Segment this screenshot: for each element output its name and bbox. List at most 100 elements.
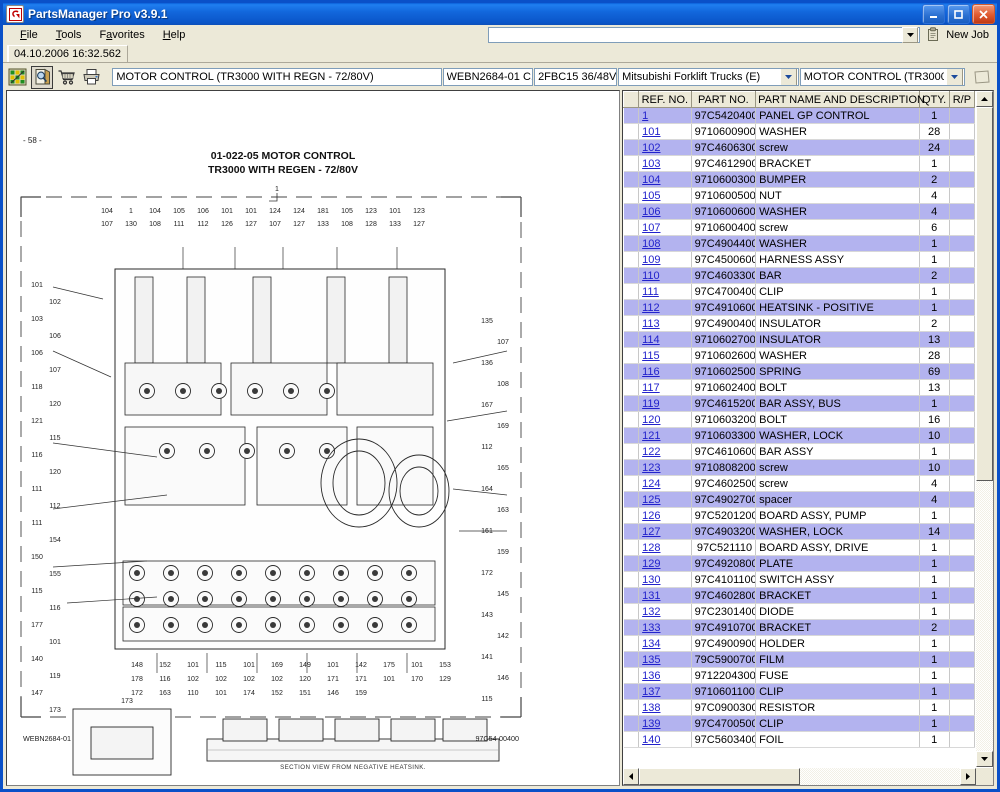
cell-ref-no[interactable]: 124	[638, 475, 692, 492]
diagram-callout[interactable]: 171	[327, 676, 339, 683]
diagram-callout[interactable]: 143	[481, 612, 493, 619]
diagram-callout[interactable]: 121	[31, 418, 43, 425]
menu-item-help[interactable]: Help	[154, 27, 195, 43]
table-row[interactable]: 114 9710602700 INSULATOR 13	[623, 331, 975, 348]
column-header-ref-no[interactable]: REF. NO.	[638, 91, 692, 108]
diagram-viewer[interactable]: - 58 - 01-022-05 MOTOR CONTROL TR3000 WI…	[6, 90, 620, 786]
menu-item-file[interactable]: File	[11, 27, 47, 43]
diagram-callout[interactable]: 173	[49, 707, 61, 714]
table-row[interactable]: 115 9710602600 WASHER 28	[623, 347, 975, 364]
diagram-callout[interactable]: 102	[187, 676, 199, 683]
table-row[interactable]: 140 97C5603400 FOIL 1	[623, 731, 975, 748]
vertical-scrollbar-thumb[interactable]	[976, 107, 993, 481]
table-row[interactable]: 107 9710600400 screw 6	[623, 219, 975, 236]
diagram-callout[interactable]: 169	[497, 423, 509, 430]
diagram-callout[interactable]: 170	[411, 676, 423, 683]
diagram-callout[interactable]: 108	[149, 221, 161, 228]
table-row[interactable]: 130 97C4101100 SWITCH ASSY 1	[623, 571, 975, 588]
cell-ref-no[interactable]: 119	[638, 395, 692, 412]
diagram-callout[interactable]: 112	[197, 221, 208, 228]
diagram-callout[interactable]: 165	[497, 465, 509, 472]
ref-no-link[interactable]: 105	[642, 190, 660, 202]
ref-no-link[interactable]: 1	[642, 110, 648, 122]
ref-no-link[interactable]: 123	[642, 462, 660, 474]
table-row[interactable]: 131 97C4602800 BRACKET 1	[623, 587, 975, 604]
field-machine[interactable]: 2FBC15 36/48V	[534, 68, 618, 86]
cell-ref-no[interactable]: 120	[638, 411, 692, 428]
job-combo[interactable]	[488, 26, 921, 43]
diagram-callout[interactable]: 120	[49, 401, 61, 408]
cell-ref-no[interactable]: 104	[638, 171, 692, 188]
cell-ref-no[interactable]: 109	[638, 251, 692, 268]
table-row[interactable]: 117 9710602400 BOLT 13	[623, 379, 975, 396]
diagram-callout[interactable]: 115	[31, 588, 42, 595]
diagram-callout[interactable]: 130	[125, 221, 137, 228]
diagram-callout[interactable]: 124	[293, 208, 305, 215]
ref-no-link[interactable]: 139	[642, 718, 660, 730]
cell-ref-no[interactable]: 134	[638, 635, 692, 652]
diagram-callout[interactable]: 124	[269, 208, 281, 215]
table-row[interactable]: 101 9710600900 WASHER 28	[623, 123, 975, 140]
diagram-callout[interactable]: 172	[481, 570, 493, 577]
diagram-callout[interactable]: 120	[49, 469, 61, 476]
diagram-callout[interactable]: 116	[49, 605, 60, 612]
ref-no-link[interactable]: 130	[642, 574, 660, 586]
ref-no-link[interactable]: 111	[642, 286, 659, 298]
diagram-callout[interactable]: 103	[31, 316, 43, 323]
cell-ref-no[interactable]: 111	[638, 283, 692, 300]
ref-no-link[interactable]: 113	[642, 318, 660, 330]
diagram-callout[interactable]: 174	[243, 690, 255, 697]
diagram-callout[interactable]: 175	[383, 662, 395, 669]
diagram-callout[interactable]: 149	[299, 662, 311, 669]
table-row[interactable]: 106 9710600600 WASHER 4	[623, 203, 975, 220]
table-row[interactable]: 109 97C4500600 HARNESS ASSY 1	[623, 251, 975, 268]
cell-ref-no[interactable]: 112	[638, 299, 692, 316]
diagram-callout[interactable]: 136	[481, 360, 493, 367]
cell-ref-no[interactable]: 101	[638, 123, 692, 140]
close-button[interactable]	[972, 4, 995, 24]
diagram-callout[interactable]: 151	[299, 690, 311, 697]
ref-no-link[interactable]: 124	[642, 478, 660, 490]
cell-ref-no[interactable]: 139	[638, 715, 692, 732]
diagram-callout[interactable]: 181	[317, 208, 329, 215]
cell-ref-no[interactable]: 121	[638, 427, 692, 444]
diagram-callout[interactable]: 142	[497, 633, 509, 640]
cell-ref-no[interactable]: 130	[638, 571, 692, 588]
column-header-description[interactable]: PART NAME AND DESCRIPTION	[755, 91, 925, 108]
field-section-combo[interactable]: MOTOR CONTROL (TR3000 WI	[799, 68, 965, 86]
diagram-callout[interactable]: 141	[481, 654, 493, 661]
diagram-callout[interactable]: 101	[31, 282, 43, 289]
diagram-callout[interactable]: 126	[221, 221, 233, 228]
diagram-callout[interactable]: 133	[317, 221, 329, 228]
vertical-scrollbar-track[interactable]	[976, 107, 993, 751]
ref-no-link[interactable]: 103	[642, 158, 660, 170]
ref-no-link[interactable]: 133	[642, 622, 660, 634]
diagram-callout[interactable]: 107	[101, 221, 113, 228]
diagram-callout[interactable]: 1	[129, 208, 133, 215]
cell-ref-no[interactable]: 113	[638, 315, 692, 332]
diagram-callout[interactable]: 102	[271, 676, 283, 683]
cell-ref-no[interactable]: 135	[638, 651, 692, 668]
diagram-callout[interactable]: 101	[221, 208, 233, 215]
minimize-button[interactable]	[922, 4, 945, 24]
document-search-icon[interactable]	[30, 65, 54, 89]
diagram-callout[interactable]: 140	[31, 656, 43, 663]
ref-no-link[interactable]: 115	[642, 350, 660, 362]
ref-no-link[interactable]: 107	[642, 222, 660, 234]
diagram-callout[interactable]: 161	[481, 528, 493, 535]
chevron-down-icon[interactable]	[779, 69, 797, 85]
diagram-callout[interactable]: 107	[49, 367, 61, 374]
cell-ref-no[interactable]: 123	[638, 459, 692, 476]
diagram-callout[interactable]: 177	[31, 622, 43, 629]
ref-no-link[interactable]: 137	[642, 686, 660, 698]
diagram-callout[interactable]: 127	[293, 221, 305, 228]
diagram-callout[interactable]: 115	[49, 435, 60, 442]
diagram-callout[interactable]: 146	[497, 675, 509, 682]
diagram-callout[interactable]: 167	[481, 402, 493, 409]
table-row[interactable]: 113 97C4900400 INSULATOR 2	[623, 315, 975, 332]
ref-no-link[interactable]: 122	[642, 446, 660, 458]
diagram-callout[interactable]: 169	[271, 662, 283, 669]
diagram-callout[interactable]: 133	[389, 221, 401, 228]
chevron-down-icon[interactable]	[945, 69, 963, 85]
scroll-up-button[interactable]	[976, 91, 993, 107]
